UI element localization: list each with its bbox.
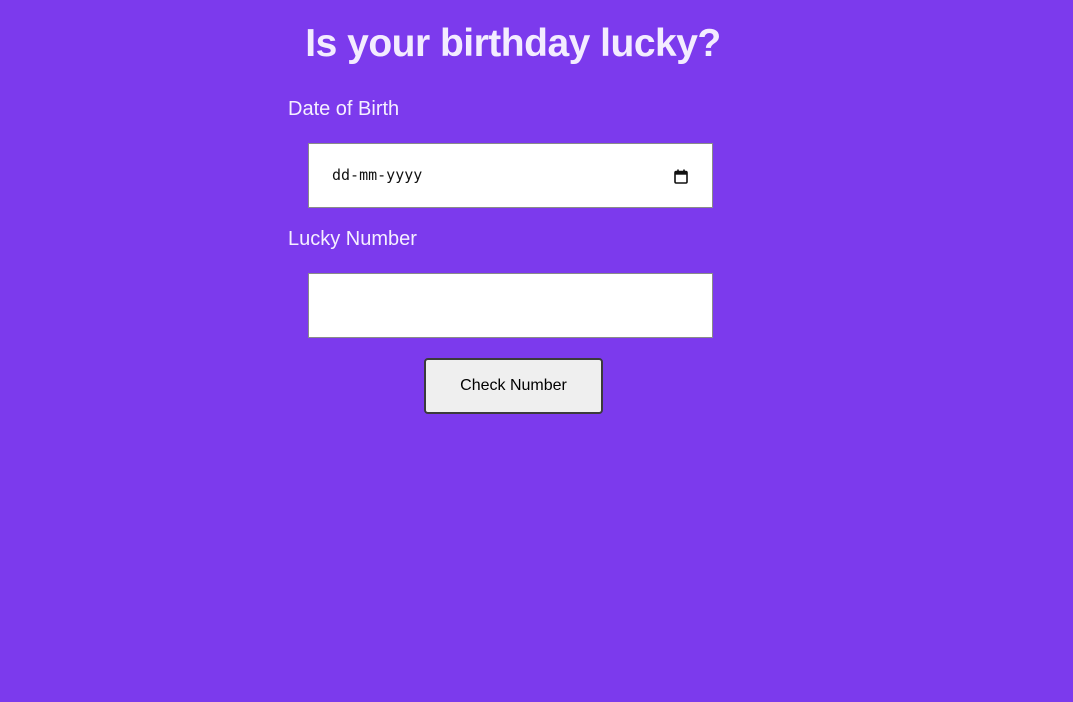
dob-label: Date of Birth <box>288 98 400 120</box>
dob-placeholder: dd-mm-yyyy <box>332 166 423 184</box>
calendar-icon[interactable] <box>674 169 688 184</box>
check-number-button[interactable]: Check Number <box>424 358 603 414</box>
page: Is your birthday lucky? Date of Birth dd… <box>0 0 1073 702</box>
lucky-number-label: Lucky Number <box>288 228 417 250</box>
lucky-number-input[interactable] <box>309 274 712 337</box>
dob-field[interactable]: dd-mm-yyyy <box>308 143 713 208</box>
page-title: Is your birthday lucky? <box>305 22 721 65</box>
lucky-number-field-wrapper <box>308 273 713 338</box>
